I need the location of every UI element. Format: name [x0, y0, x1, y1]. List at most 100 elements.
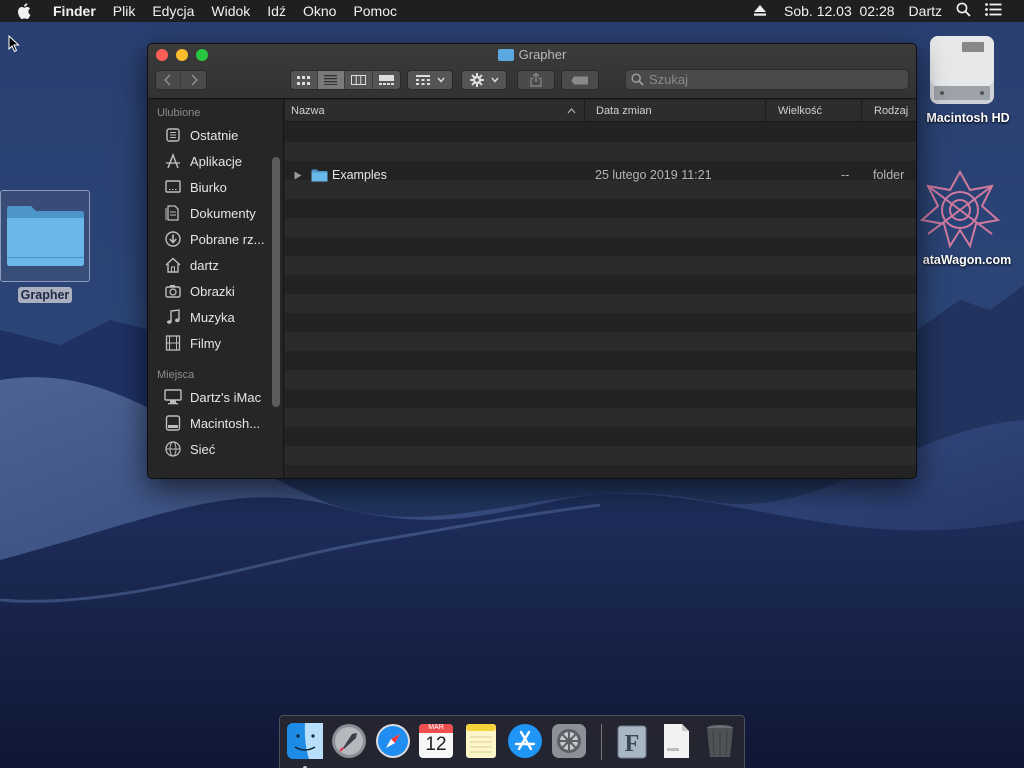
column-header-kind-label: Rodzaj	[874, 105, 909, 117]
folder-icon	[311, 169, 328, 182]
sidebar-item-dokumenty[interactable]: Dokumenty	[164, 202, 282, 224]
trash-icon	[707, 725, 733, 757]
dock-calendar[interactable]: MAR 12	[417, 722, 455, 760]
empty-row	[285, 427, 916, 446]
notes-icon	[466, 724, 496, 758]
search-input[interactable]	[649, 72, 849, 87]
column-header-name[interactable]: Nazwa	[285, 100, 585, 122]
share-button[interactable]	[517, 70, 555, 90]
view-mode-control	[290, 70, 401, 90]
sidebar-item-ostatnie[interactable]: Ostatnie	[164, 124, 282, 146]
sidebar-item-imac[interactable]: Dartz's iMac	[164, 386, 282, 408]
rocket-icon	[332, 724, 366, 758]
column-header-kind[interactable]: Rodzaj	[862, 100, 916, 122]
user-name[interactable]: Dartz	[909, 3, 942, 19]
chevron-right-icon	[190, 74, 198, 86]
empty-row	[285, 256, 916, 275]
sidebar-item-pobrane[interactable]: Pobrane rz...	[164, 228, 282, 250]
sidebar-item-filmy[interactable]: Filmy	[164, 332, 282, 354]
apple-menu-icon[interactable]	[17, 3, 39, 19]
chevron-down-icon	[490, 77, 499, 83]
sidebar-item-muzyka[interactable]: Muzyka	[164, 306, 282, 328]
search-icon	[631, 73, 644, 86]
column-header-size-label: Wielkość	[778, 105, 823, 117]
tag-icon	[571, 76, 588, 84]
desktop-folder-grapher[interactable]: Grapher	[0, 190, 90, 303]
sidebar-item-label: Pobrane rz...	[190, 231, 265, 247]
dock-trash[interactable]	[701, 722, 739, 760]
dock-finder[interactable]	[286, 722, 324, 768]
disclosure-triangle-icon[interactable]	[294, 171, 302, 180]
back-button[interactable]	[156, 71, 182, 89]
sidebar-section-places: Miejsca	[157, 369, 195, 381]
sidebar-item-label: Dartz's iMac	[190, 389, 262, 405]
empty-row	[285, 218, 916, 237]
compass-icon	[376, 724, 410, 758]
menu-pomoc[interactable]: Pomoc	[353, 3, 397, 19]
search-field[interactable]	[625, 69, 909, 90]
empty-row	[285, 199, 916, 218]
sidebar-item-label: Biurko	[190, 179, 227, 195]
tags-button[interactable]	[561, 70, 599, 90]
share-icon	[530, 73, 542, 87]
sidebar-item-biurko[interactable]: Biurko	[164, 176, 282, 198]
sidebar-item-siec[interactable]: Sieć	[164, 438, 282, 460]
dock-notes[interactable]	[462, 722, 500, 760]
empty-row	[285, 332, 916, 351]
datawagon-logo-icon	[919, 169, 1001, 249]
menu-finder[interactable]: Finder	[53, 3, 96, 19]
sidebar-item-aplikacje[interactable]: Aplikacje	[164, 150, 282, 172]
forward-button[interactable]	[181, 71, 206, 89]
file-list: Nazwa Data zmian Wielkość Rodzaj Example…	[285, 100, 916, 478]
group-button[interactable]	[407, 70, 453, 90]
empty-row	[285, 237, 916, 256]
folder-icon	[0, 190, 90, 282]
menu-okno[interactable]: Okno	[303, 3, 336, 19]
column-view-button[interactable]	[345, 71, 373, 89]
spotlight-search-icon[interactable]	[956, 2, 971, 20]
gallery-icon	[378, 75, 394, 85]
sidebar-item-label: Obrazki	[190, 283, 235, 299]
menu-widok[interactable]: Widok	[211, 3, 250, 19]
empty-row	[285, 275, 916, 294]
sidebar-item-label: Muzyka	[190, 309, 235, 325]
action-menu-button[interactable]	[461, 70, 507, 90]
mouse-cursor-icon	[8, 35, 20, 53]
sidebar-item-dartz[interactable]: dartz	[164, 254, 282, 276]
sidebar-item-macintosh[interactable]: Macintosh...	[164, 412, 282, 434]
column-header-date[interactable]: Data zmian	[585, 100, 766, 122]
chevron-down-icon	[436, 77, 445, 83]
sidebar-item-label: dartz	[190, 257, 219, 273]
desktop-datawagon[interactable]: ataWagon.com	[914, 168, 1024, 268]
desktop-macintosh-hd[interactable]: Macintosh HD	[914, 30, 1024, 126]
list-header: Nazwa Data zmian Wielkość Rodzaj	[285, 100, 916, 122]
row-date: 25 lutego 2019 11:21	[595, 168, 712, 182]
dock-html-file[interactable]	[657, 722, 695, 760]
menu-idz[interactable]: Idź	[267, 3, 286, 19]
column-header-size[interactable]: Wielkość	[766, 100, 862, 122]
dock-launchpad[interactable]	[330, 722, 368, 760]
sidebar-item-label: Sieć	[190, 441, 216, 457]
dock-app-store[interactable]	[506, 722, 544, 760]
notification-center-icon[interactable]	[985, 3, 1002, 19]
sidebar-item-obrazki[interactable]: Obrazki	[164, 280, 282, 302]
menu-edycja[interactable]: Edycja	[152, 3, 194, 19]
music-note-icon	[164, 308, 182, 326]
documents-icon	[164, 204, 182, 222]
table-row[interactable]: Examples 25 lutego 2019 11:21 -- folder	[285, 166, 916, 185]
sidebar-item-label: Aplikacje	[190, 153, 243, 169]
dock-font-app[interactable]: F	[613, 722, 651, 760]
clock[interactable]: Sob. 12.03 02:28	[784, 3, 895, 19]
dock-safari[interactable]	[374, 722, 412, 760]
gallery-view-button[interactable]	[373, 71, 400, 89]
eject-icon[interactable]	[754, 3, 766, 19]
dock-system-preferences[interactable]	[550, 722, 588, 760]
sidebar-scrollbar[interactable]	[272, 157, 280, 407]
sidebar-section-favorites: Ulubione	[157, 107, 201, 119]
list-view-button[interactable]	[317, 71, 346, 89]
empty-row	[285, 351, 916, 370]
icon-view-button[interactable]	[291, 71, 318, 89]
menu-plik[interactable]: Plik	[113, 3, 136, 19]
computer-icon	[164, 388, 182, 406]
desktop-icon	[164, 178, 182, 196]
